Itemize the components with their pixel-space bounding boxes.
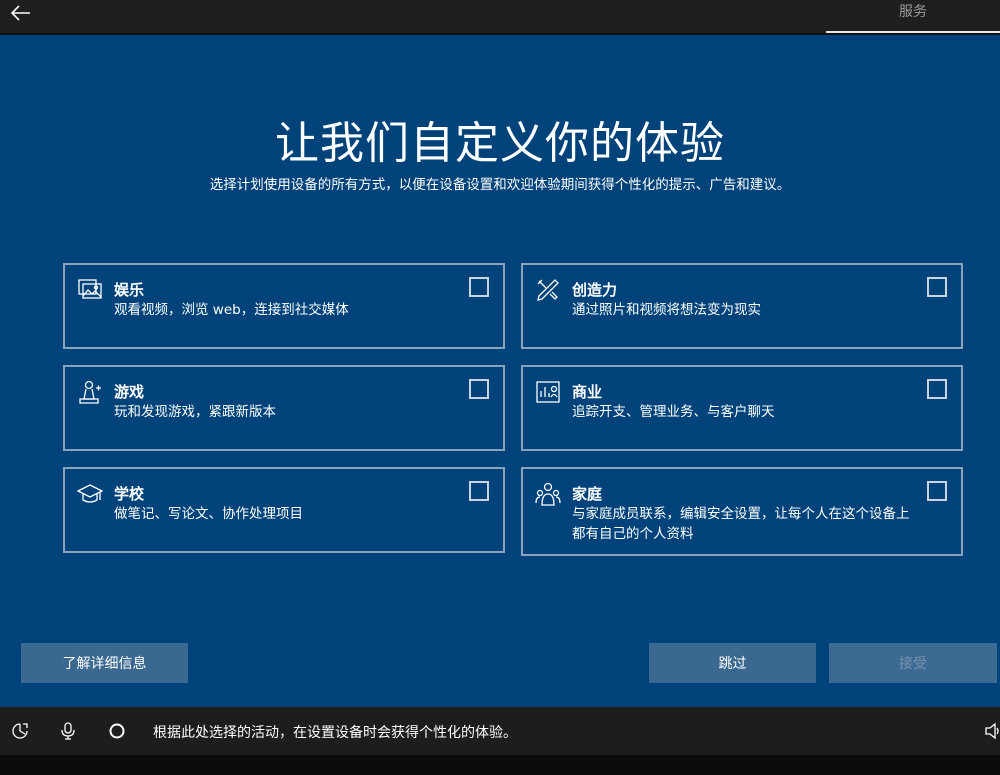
- page-title: 让我们自定义你的体验: [275, 118, 725, 169]
- cortana-icon: [109, 723, 125, 739]
- volume-button[interactable]: [984, 719, 1000, 743]
- main-panel: 让我们自定义你的体验 选择计划使用设备的所有方式，以便在设备设置和欢迎体验期间获…: [0, 35, 1000, 707]
- option-card-family[interactable]: 家庭 与家庭成员联系，编辑安全设置，让每个人在这个设备上都有自己的个人资料: [521, 467, 963, 556]
- school-icon: [76, 481, 104, 507]
- back-button[interactable]: [6, 0, 36, 26]
- page-subtitle: 选择计划使用设备的所有方式，以便在设备设置和欢迎体验期间获得个性化的提示、广告和…: [209, 177, 791, 193]
- option-title: 学校: [114, 485, 145, 503]
- option-checkbox[interactable]: [927, 481, 947, 501]
- bottom-bar: 根据此处选择的活动，在设置设备时会获得个性化的体验。: [0, 707, 1000, 755]
- business-icon: [535, 379, 561, 405]
- family-icon: [535, 481, 561, 507]
- footer-strip: [0, 755, 1000, 775]
- option-description: 通过照片和视频将想法变为现实: [572, 302, 761, 318]
- learn-more-button[interactable]: 了解详细信息: [21, 643, 188, 683]
- cortana-button[interactable]: [105, 719, 129, 743]
- top-bar: 服务: [0, 0, 1000, 33]
- option-description: 观看视频，浏览 web，连接到社交媒体: [114, 302, 349, 318]
- option-checkbox[interactable]: [469, 277, 489, 297]
- option-card-business[interactable]: 商业 追踪开支、管理业务、与客户聊天: [521, 365, 963, 451]
- option-card-gaming[interactable]: 游戏 玩和发现游戏，紧跟新版本: [63, 365, 505, 451]
- option-title: 家庭: [572, 485, 603, 503]
- gaming-icon: [77, 379, 103, 405]
- skip-button[interactable]: 跳过: [649, 643, 816, 683]
- option-checkbox[interactable]: [469, 481, 489, 501]
- option-card-creativity[interactable]: 创造力 通过照片和视频将想法变为现实: [521, 263, 963, 349]
- option-description: 玩和发现游戏，紧跟新版本: [114, 404, 276, 420]
- ease-of-access-icon: [12, 723, 28, 739]
- creativity-icon: [535, 277, 561, 303]
- option-description: 做笔记、写论文、协作处理项目: [114, 506, 303, 522]
- back-arrow-icon: [11, 5, 30, 21]
- option-checkbox[interactable]: [927, 379, 947, 399]
- option-checkbox[interactable]: [469, 379, 489, 399]
- tab-services-underline: [826, 31, 1000, 33]
- volume-icon: [985, 722, 999, 740]
- ease-of-access-button[interactable]: [8, 719, 32, 743]
- option-title: 创造力: [572, 281, 618, 299]
- accept-button[interactable]: 接受: [829, 643, 997, 683]
- narration-text: 根据此处选择的活动，在设置设备时会获得个性化的体验。: [153, 725, 517, 741]
- option-title: 娱乐: [114, 281, 145, 299]
- option-card-entertainment[interactable]: 娱乐 观看视频，浏览 web，连接到社交媒体: [63, 263, 505, 349]
- option-title: 商业: [572, 383, 603, 401]
- option-checkbox[interactable]: [927, 277, 947, 297]
- option-description: 与家庭成员联系，编辑安全设置，让每个人在这个设备上都有自己的个人资料: [572, 506, 910, 542]
- option-card-school[interactable]: 学校 做笔记、写论文、协作处理项目: [63, 467, 505, 553]
- microphone-button[interactable]: [56, 719, 80, 743]
- microphone-icon: [61, 722, 75, 740]
- tab-services[interactable]: 服务: [826, 0, 1000, 24]
- entertainment-icon: [77, 277, 103, 303]
- option-title: 游戏: [114, 383, 145, 401]
- option-description: 追踪开支、管理业务、与客户聊天: [572, 404, 775, 420]
